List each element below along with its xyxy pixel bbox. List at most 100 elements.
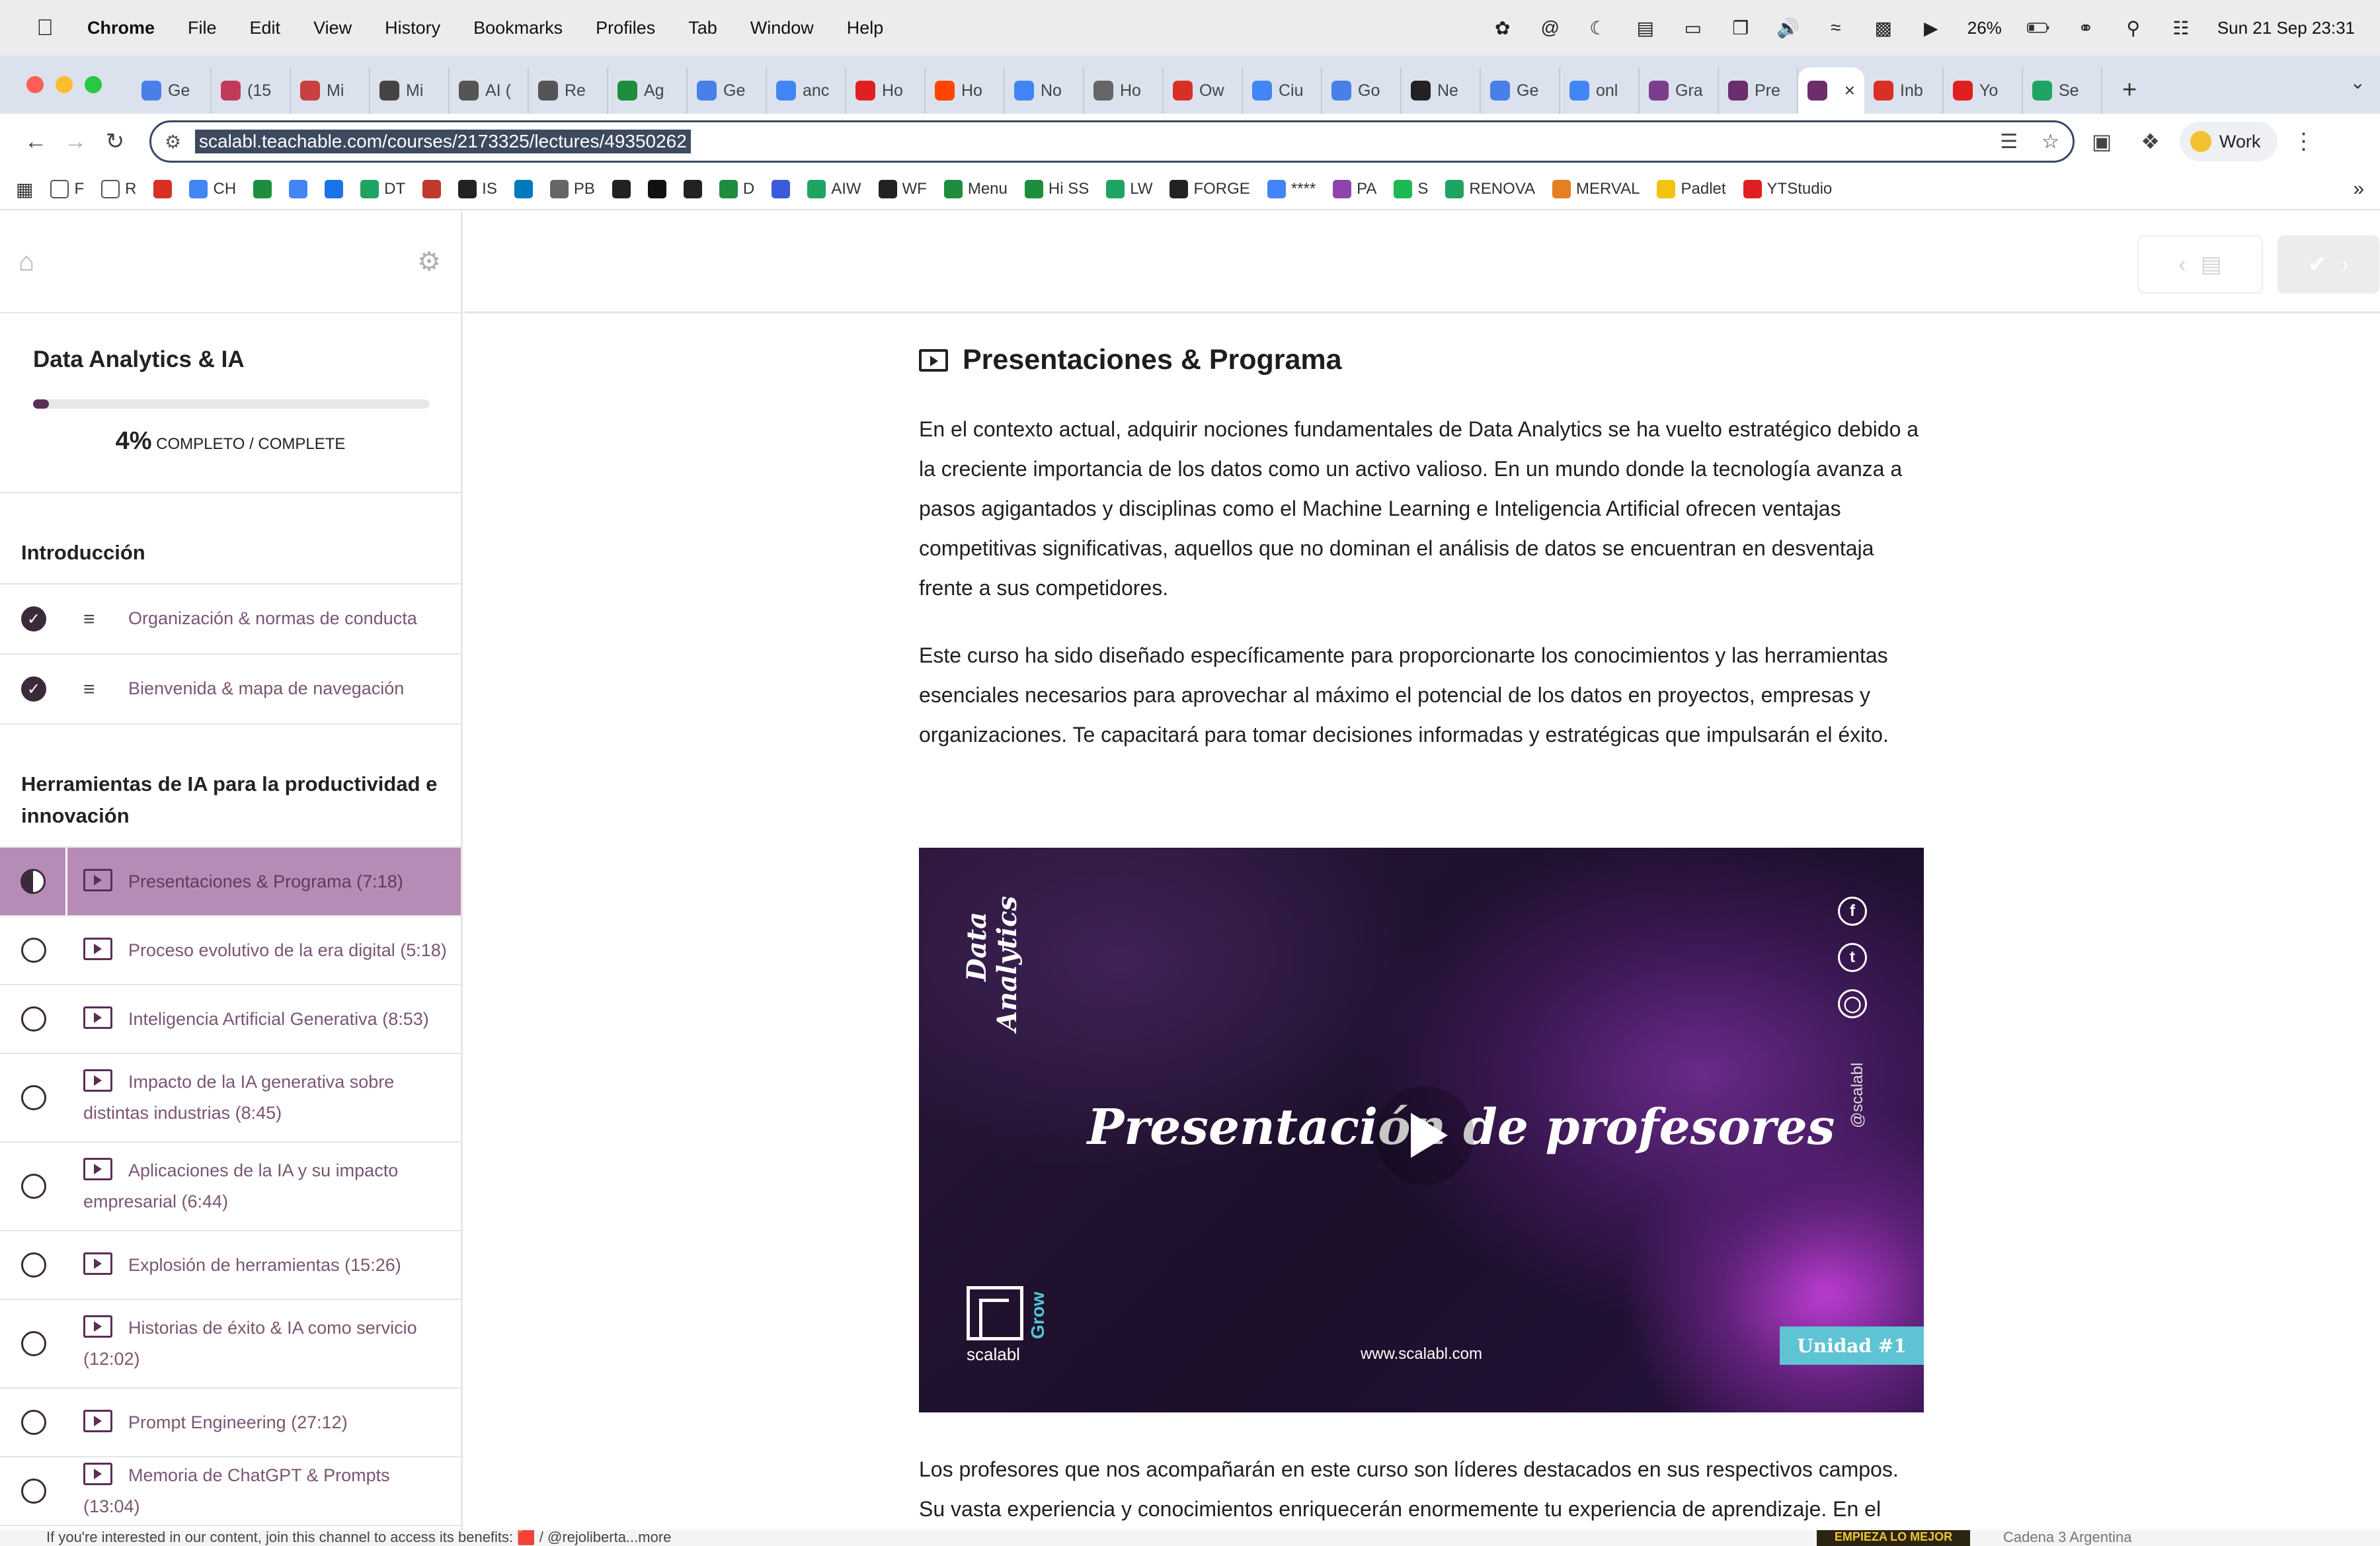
lecture-status[interactable]	[0, 1085, 67, 1110]
bookmark-item[interactable]: MERVAL	[1552, 180, 1640, 198]
bookmark-item[interactable]	[647, 180, 666, 198]
moon-icon[interactable]: ☾	[1587, 17, 1609, 39]
openai-icon[interactable]: ✿	[1491, 17, 1514, 39]
sidebar-lecture-item[interactable]: ✓ ≡ Organización & normas de conducta	[0, 585, 461, 655]
tab[interactable]: Ne	[1402, 67, 1481, 114]
bookmark-item[interactable]: PB	[549, 180, 595, 198]
tab[interactable]: AI (	[450, 67, 529, 114]
bookmark-item[interactable]	[612, 180, 631, 198]
bookmark-item[interactable]	[772, 180, 791, 198]
tab[interactable]: Se	[2023, 67, 2102, 114]
tab[interactable]: Pre	[1719, 67, 1798, 114]
extension-icon[interactable]: ▣	[2092, 129, 2112, 154]
display-icon[interactable]: ▭	[1682, 17, 1704, 39]
url-text[interactable]: scalabl.teachable.com/courses/2173325/le…	[195, 130, 691, 153]
bookmark-item[interactable]	[325, 180, 344, 198]
close-window-button[interactable]	[26, 76, 44, 93]
menu-window[interactable]: Window	[750, 18, 814, 38]
bookmark-item[interactable]	[683, 180, 702, 198]
tab[interactable]: anc	[767, 67, 846, 114]
bookmark-item[interactable]: Padlet	[1657, 180, 1726, 198]
lecture-status[interactable]	[0, 938, 67, 963]
close-tab-icon[interactable]: ×	[1844, 80, 1855, 101]
tab[interactable]: Ge	[1481, 67, 1560, 114]
tab[interactable]: Inb	[1864, 67, 1944, 114]
menu-profiles[interactable]: Profiles	[596, 18, 655, 38]
tab[interactable]: Ag	[608, 67, 688, 114]
tab[interactable]: Go	[1322, 67, 1402, 114]
tab[interactable]: Ho	[1084, 67, 1164, 114]
sidebar-lecture-item[interactable]: Aplicaciones de la IA y su impacto empre…	[0, 1143, 461, 1231]
tab[interactable]: Yo	[1944, 67, 2023, 114]
bookmark-item[interactable]: LW	[1106, 180, 1152, 198]
menu-app-chrome[interactable]: Chrome	[87, 18, 155, 38]
bookmark-item[interactable]: CH	[189, 180, 236, 198]
chrome-menu-icon[interactable]: ⋮	[2292, 128, 2315, 155]
battery-icon[interactable]	[2026, 17, 2049, 39]
video-player[interactable]: Data Analytics f t ◯ @scalabl Presentaci…	[919, 848, 1924, 1412]
sidebar-lecture-item[interactable]: Prompt Engineering (27:12)	[0, 1389, 461, 1457]
bookmark-item[interactable]	[422, 180, 442, 198]
bookmark-item[interactable]: DT	[360, 180, 405, 198]
sidebar-lecture-item[interactable]: Memoria de ChatGPT & Prompts (13:04)	[0, 1457, 461, 1526]
lecture-status[interactable]	[0, 1410, 67, 1435]
translate-icon[interactable]: ☰	[2000, 130, 2018, 153]
bookmark-item[interactable]: WF	[878, 180, 927, 198]
address-bar[interactable]: ⚙ scalabl.teachable.com/courses/2173325/…	[149, 120, 2075, 163]
settings-gear-icon[interactable]: ⚙	[417, 247, 441, 277]
home-icon[interactable]: ⌂	[19, 247, 34, 277]
bookmark-item[interactable]: Menu	[943, 180, 1008, 198]
bookmark-item[interactable]	[153, 180, 173, 198]
sidebar-icon[interactable]: ▤	[1634, 17, 1657, 39]
sidebar-lecture-item[interactable]: Impacto de la IA generativa sobre distin…	[0, 1054, 461, 1143]
minimize-window-button[interactable]	[56, 76, 73, 93]
menu-history[interactable]: History	[385, 18, 440, 38]
activity-icon[interactable]: ≈	[1825, 17, 1847, 39]
lecture-status[interactable]: ✓	[0, 676, 67, 702]
threads-icon[interactable]: @	[1539, 17, 1562, 39]
tab[interactable]: Ho	[926, 67, 1005, 114]
bookmark-item[interactable]: IS	[458, 180, 497, 198]
play-circle-icon[interactable]: ▶	[1920, 17, 1942, 39]
bookmark-item[interactable]: FORGE	[1170, 180, 1250, 198]
sidebar-lecture-item[interactable]: Proceso evolutivo de la era digital (5:1…	[0, 916, 461, 985]
sidebar-lecture-item[interactable]: Presentaciones & Programa (7:18)	[0, 848, 461, 916]
reload-button[interactable]: ↻	[95, 128, 135, 155]
tab[interactable]: onl	[1560, 67, 1640, 114]
search-icon[interactable]: ⚲	[2122, 17, 2145, 39]
bookmark-item[interactable]: R	[101, 180, 136, 198]
sidebar-lecture-item[interactable]: Explosión de herramientas (15:26)	[0, 1231, 461, 1300]
card-icon[interactable]: ▩	[1872, 17, 1895, 39]
tab[interactable]: Ho	[846, 67, 926, 114]
tab-active[interactable]: ×	[1798, 67, 1864, 114]
profile-button[interactable]: Work	[2179, 122, 2278, 161]
bookmark-item[interactable]	[289, 180, 308, 198]
tab[interactable]: Gra	[1640, 67, 1719, 114]
bookmark-item[interactable]: S	[1394, 180, 1428, 198]
bookmark-item[interactable]: D	[719, 180, 754, 198]
sidebar-lecture-item[interactable]: Inteligencia Artificial Generativa (8:53…	[0, 985, 461, 1054]
bookmark-item[interactable]	[253, 180, 272, 198]
previous-lecture-button[interactable]: ‹ ▤	[2137, 235, 2263, 294]
menu-bookmarks[interactable]: Bookmarks	[473, 18, 563, 38]
lecture-status[interactable]	[0, 1252, 67, 1278]
window-icon[interactable]: ❐	[1729, 17, 1752, 39]
bookmark-item[interactable]: AIW	[807, 180, 861, 198]
lecture-status[interactable]	[0, 848, 67, 915]
new-tab-button[interactable]: +	[2122, 76, 2137, 104]
sidebar-lecture-item[interactable]: Historias de éxito & IA como servicio (1…	[0, 1300, 461, 1389]
control-center-icon[interactable]: ☷	[2170, 17, 2192, 39]
bookmark-item[interactable]: ****	[1267, 180, 1316, 198]
tab-search-chevron-icon[interactable]: ⌄	[2350, 71, 2365, 93]
tab[interactable]: Ge	[132, 67, 212, 114]
tab[interactable]: No	[1005, 67, 1084, 114]
bookmark-item[interactable]: Hi SS	[1024, 180, 1089, 198]
tab[interactable]: Ge	[688, 67, 767, 114]
menu-file[interactable]: File	[188, 18, 217, 38]
tab[interactable]: (15	[212, 67, 291, 114]
bookmark-item[interactable]: YTStudio	[1743, 180, 1832, 198]
bookmark-item[interactable]: F	[50, 180, 84, 198]
menu-view[interactable]: View	[313, 18, 352, 38]
lecture-status[interactable]	[0, 1331, 67, 1356]
lecture-status[interactable]	[0, 1006, 67, 1032]
